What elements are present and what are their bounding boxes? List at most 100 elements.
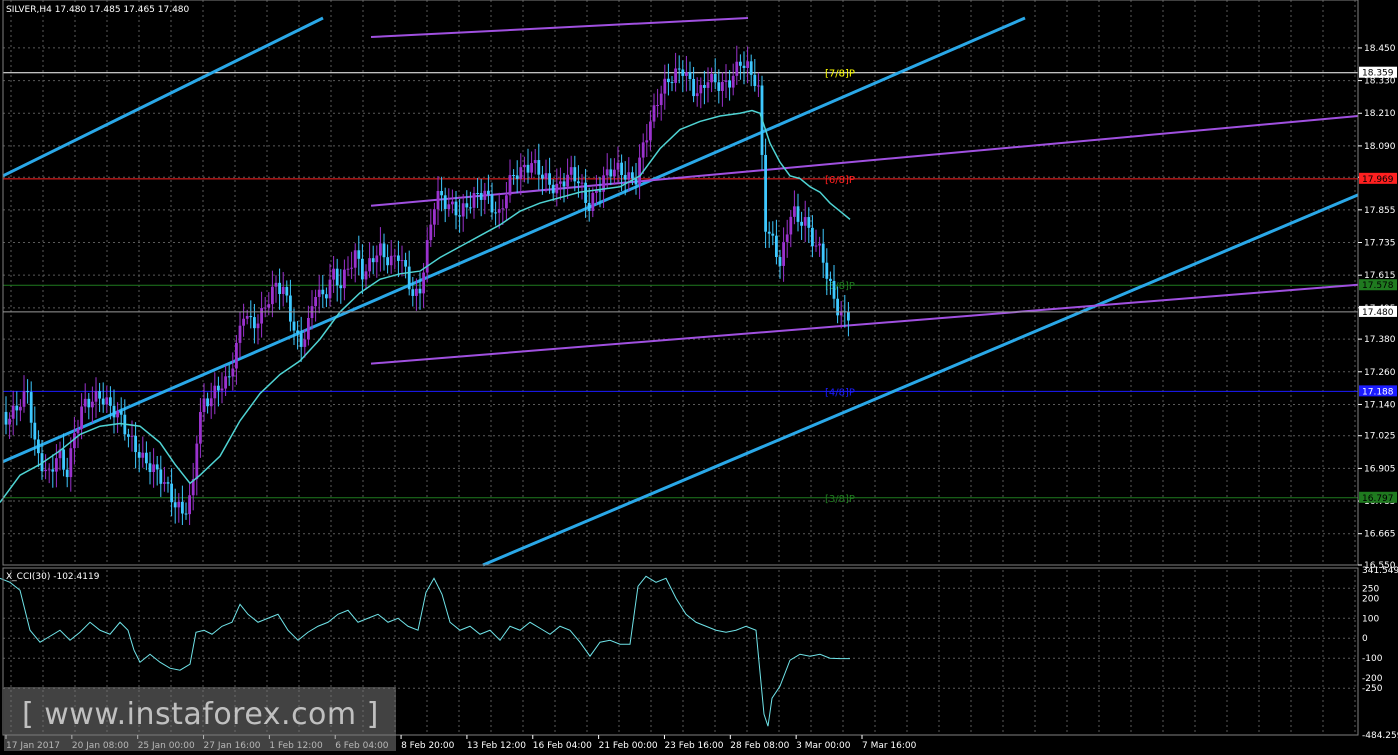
candle-body — [573, 167, 577, 182]
candle-body — [389, 255, 393, 266]
candle-body — [422, 272, 425, 294]
candle-body — [490, 194, 494, 213]
candle-body — [357, 250, 361, 259]
price-tick-label: 18.450 — [1364, 44, 1396, 54]
candle-body — [350, 267, 353, 269]
cci-tick-label: 0 — [1362, 634, 1368, 644]
candle-body — [152, 464, 155, 473]
candle-body — [526, 164, 530, 173]
candle-body — [29, 392, 33, 423]
candle-body — [173, 502, 177, 508]
candle-body — [271, 286, 274, 305]
candle-body — [353, 250, 357, 268]
candle-body — [613, 169, 616, 177]
candle-body — [400, 260, 404, 262]
candle-body — [101, 398, 105, 405]
candle-body — [598, 190, 602, 192]
candle-body — [213, 385, 217, 399]
candle-body — [667, 78, 670, 83]
candle-body — [382, 243, 386, 258]
candle-body — [65, 469, 69, 478]
candle-body — [458, 215, 461, 217]
candle-body — [724, 80, 728, 82]
candle-body — [749, 61, 753, 75]
candle-body — [94, 391, 98, 402]
candle-body — [328, 279, 332, 299]
price-tick-label: 16.665 — [1364, 530, 1396, 540]
candle-body — [811, 227, 814, 247]
candle-body — [825, 262, 829, 279]
candle-body — [69, 448, 73, 478]
candle-body — [44, 469, 47, 472]
candle-body — [217, 385, 220, 391]
candle-body — [397, 255, 400, 261]
time-tick-label: 28 Feb 08:00 — [730, 741, 789, 751]
candle-body — [562, 181, 566, 187]
cci-tick-label: -200 — [1362, 674, 1383, 684]
candle-body — [735, 61, 739, 76]
candle-body — [688, 72, 692, 79]
candle-body — [544, 173, 548, 179]
candle-body — [530, 163, 533, 173]
candle-body — [541, 174, 544, 179]
silver-h4-chart[interactable]: [7/8]P [6/8]P [5/8]P [4/8]P [3/8]P 18.450 18.… — [0, 0, 1398, 755]
candle-body — [796, 206, 800, 222]
cci-tick-label: -484.2598 — [1362, 731, 1398, 741]
candle-body — [533, 160, 537, 164]
candle-body — [163, 482, 166, 484]
candle-body — [454, 201, 458, 216]
price-tick-label: 18.210 — [1364, 109, 1396, 119]
candle-body — [429, 224, 433, 241]
candle-body — [55, 458, 58, 472]
candle-body — [307, 318, 310, 340]
candle-body — [346, 268, 350, 270]
candle-body — [256, 323, 260, 329]
time-tick-label: 21 Feb 00:00 — [599, 741, 658, 751]
candle-body — [364, 271, 368, 280]
cci-tick-label: 341.5497 — [1362, 566, 1398, 576]
candle-body — [73, 433, 76, 449]
level-price-label: 17.578 — [1362, 281, 1394, 291]
candle-body — [746, 61, 749, 68]
candle-body — [577, 181, 580, 184]
candle-body — [371, 258, 375, 263]
candle-body — [166, 482, 170, 484]
candle-body — [278, 282, 281, 294]
candle-body — [245, 315, 249, 319]
candle-body — [656, 105, 659, 107]
candle-body — [670, 82, 674, 84]
candle-body — [379, 243, 382, 256]
level-tag: [6/8]P — [825, 175, 855, 186]
candle-body — [274, 282, 278, 287]
cci-axis[interactable]: 341.5497 250200 100 0 -100 -200-250 -484.2598 — [1362, 566, 1398, 741]
candle-body — [803, 217, 807, 226]
candle-body — [407, 266, 411, 290]
candle-body — [339, 285, 343, 289]
candle-body — [386, 257, 389, 266]
candle-body — [91, 401, 94, 408]
candle-body — [127, 434, 130, 437]
candle-body — [145, 452, 148, 464]
channel-line — [2, 16, 1026, 463]
candle-body — [206, 398, 209, 407]
candle-body — [443, 195, 447, 209]
candle-body — [764, 154, 767, 232]
candle-body — [285, 286, 289, 296]
candle-body — [281, 286, 285, 294]
candle-body — [713, 73, 717, 83]
candle-body — [332, 268, 335, 280]
candle-body — [109, 397, 112, 406]
candle-body — [731, 75, 735, 88]
candle-body — [757, 85, 760, 87]
level-tag: [3/8]P — [825, 494, 855, 505]
candle-body — [569, 167, 573, 175]
candle-body — [321, 289, 325, 295]
candle-body — [685, 72, 688, 76]
candle-body — [717, 82, 721, 91]
price-tick-label: 17.735 — [1364, 239, 1396, 249]
candle-body — [253, 317, 256, 329]
candle-body — [847, 311, 850, 321]
candle-body — [141, 452, 145, 458]
candle-body — [739, 61, 742, 66]
candle-body — [404, 260, 407, 267]
